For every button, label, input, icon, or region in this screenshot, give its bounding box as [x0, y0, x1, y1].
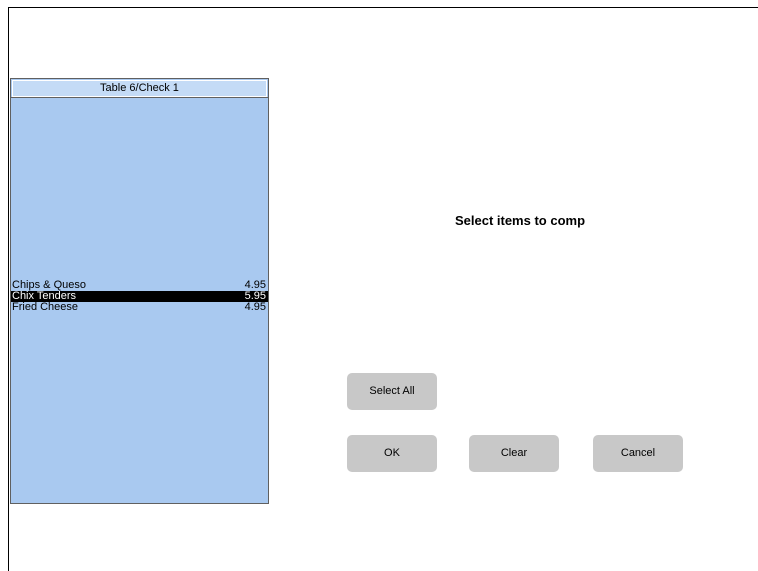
check-item-list: Chips & Queso 4.95 Chix Tenders 5.95 Fri… [11, 280, 268, 313]
check-item-price: 4.95 [244, 301, 266, 313]
clear-button[interactable]: Clear [469, 435, 559, 472]
check-item[interactable]: Fried Cheese 4.95 [11, 302, 268, 313]
cancel-button[interactable]: Cancel [593, 435, 683, 472]
check-panel: Table 6/Check 1 Chips & Queso 4.95 Chix … [10, 78, 269, 504]
ok-button[interactable]: OK [347, 435, 437, 472]
check-item-name: Fried Cheese [12, 301, 79, 313]
check-header-divider [11, 97, 268, 98]
select-all-button[interactable]: Select All [347, 373, 437, 410]
check-title: Table 6/Check 1 [12, 80, 267, 97]
comp-prompt: Select items to comp [454, 213, 586, 228]
